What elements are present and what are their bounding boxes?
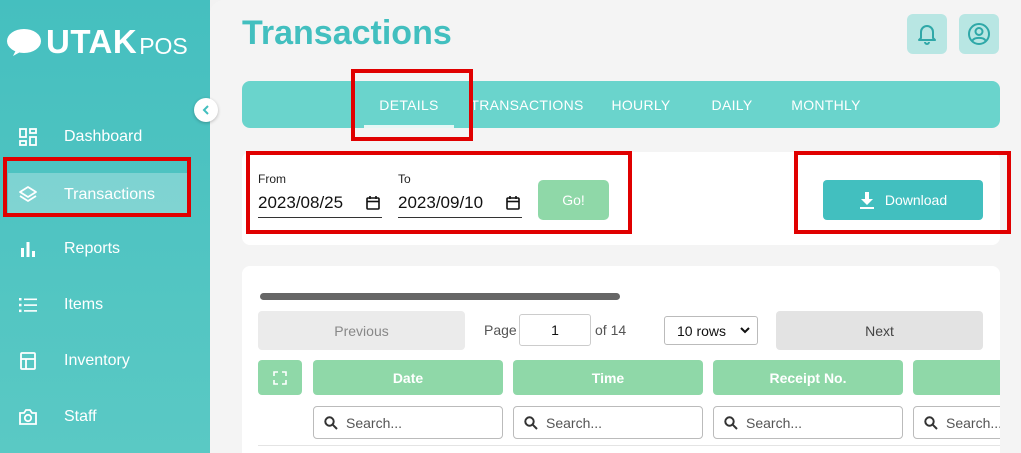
column-header-receipt-no[interactable]: Receipt No. [713,360,903,395]
sidebar-item-staff[interactable]: Staff [0,395,210,439]
tab-details[interactable]: DETAILS [364,81,454,128]
go-button[interactable]: Go! [538,180,609,220]
next-column-search-input[interactable]: Search... [913,406,1000,439]
download-label: Download [884,192,948,208]
transactions-table-card: Previous Page 1 of 14 10 rows Next Date … [242,266,1000,453]
rows-per-page-select[interactable]: 10 rows [664,316,758,345]
receipt-search-input[interactable]: Search... [713,406,903,439]
camera-icon [18,407,38,427]
inventory-icon [18,351,38,371]
chevron-down-icon [740,327,750,334]
tab-monthly[interactable]: MONTHLY [786,81,866,128]
calendar-icon[interactable] [366,195,380,210]
to-label: To [398,172,411,186]
calendar-icon[interactable] [506,195,520,210]
table-divider [258,445,1000,446]
sidebar-item-label: Items [64,296,104,313]
bar-chart-icon [18,239,38,259]
date-filter-card: From 2023/08/25 To 2023/09/10 Go! Downlo… [242,152,1000,245]
sidebar-item-reports[interactable]: Reports [0,227,210,271]
search-placeholder: Search... [346,414,403,431]
search-placeholder: Search... [946,414,1000,431]
to-date-value: 2023/09/10 [398,192,484,212]
from-date-input[interactable]: 2023/08/25 [258,188,382,218]
sidebar-item-label: Inventory [64,352,130,369]
sidebar-item-dashboard[interactable]: Dashboard [0,115,210,159]
sidebar-item-inventory[interactable]: Inventory [0,339,210,383]
sidebar-item-items[interactable]: Items [0,283,210,327]
expand-icon [273,370,287,385]
tab-daily[interactable]: DAILY [702,81,762,128]
previous-page-button[interactable]: Previous [258,311,465,350]
column-header-next[interactable] [913,360,1000,395]
sidebar-item-transactions[interactable]: Transactions [8,173,188,217]
chevron-left-icon [202,105,209,115]
report-tabs: DETAILS TRANSACTIONS HOURLY DAILY MONTHL… [242,81,1000,128]
page-title: Transactions [242,14,452,52]
column-header-date[interactable]: Date [313,360,503,395]
to-date-input[interactable]: 2023/09/10 [398,188,522,218]
sidebar: UTAK POS Dashboard Transactions Reports … [0,0,210,453]
sidebar-item-label: Dashboard [64,128,143,145]
from-label: From [258,172,286,186]
search-icon [924,416,938,430]
search-icon [724,416,738,430]
search-placeholder: Search... [546,414,603,431]
tab-hourly[interactable]: HOURLY [604,81,678,128]
date-search-input[interactable]: Search... [313,406,503,439]
download-icon [859,191,874,209]
utak-pos-logo[interactable]: UTAK POS [6,20,188,64]
search-icon [324,416,338,430]
notifications-button[interactable] [907,14,947,54]
download-button[interactable]: Download [823,180,983,220]
from-date-value: 2023/08/25 [258,192,344,212]
time-search-input[interactable]: Search... [513,406,703,439]
list-icon [18,295,38,315]
sidebar-item-label: Transactions [64,186,155,203]
search-icon [524,416,538,430]
column-header-time[interactable]: Time [513,360,703,395]
tab-transactions[interactable]: TRANSACTIONS [468,81,586,128]
sidebar-item-label: Reports [64,240,121,257]
page-count: of 14 [595,322,627,338]
expand-table-button[interactable] [258,360,302,395]
logo-word: UTAK [46,23,138,60]
page-label: Page [484,322,517,338]
layers-icon [18,185,38,205]
logo-suffix: POS [139,32,188,59]
user-circle-icon [968,23,990,45]
page-number-input[interactable]: 1 [519,314,591,346]
rows-per-page-value: 10 rows [677,322,727,339]
speech-bubble-icon [7,29,41,56]
horizontal-scrollbar[interactable] [260,293,620,300]
next-page-button[interactable]: Next [776,311,983,350]
account-button[interactable] [959,14,999,54]
collapse-sidebar-button[interactable] [194,98,218,122]
dashboard-icon [18,127,38,147]
main-content: Transactions DETAILS TRANSACTIONS HOURLY… [210,0,1021,453]
search-placeholder: Search... [746,414,803,431]
bell-icon [918,25,936,45]
sidebar-item-label: Staff [64,408,97,425]
